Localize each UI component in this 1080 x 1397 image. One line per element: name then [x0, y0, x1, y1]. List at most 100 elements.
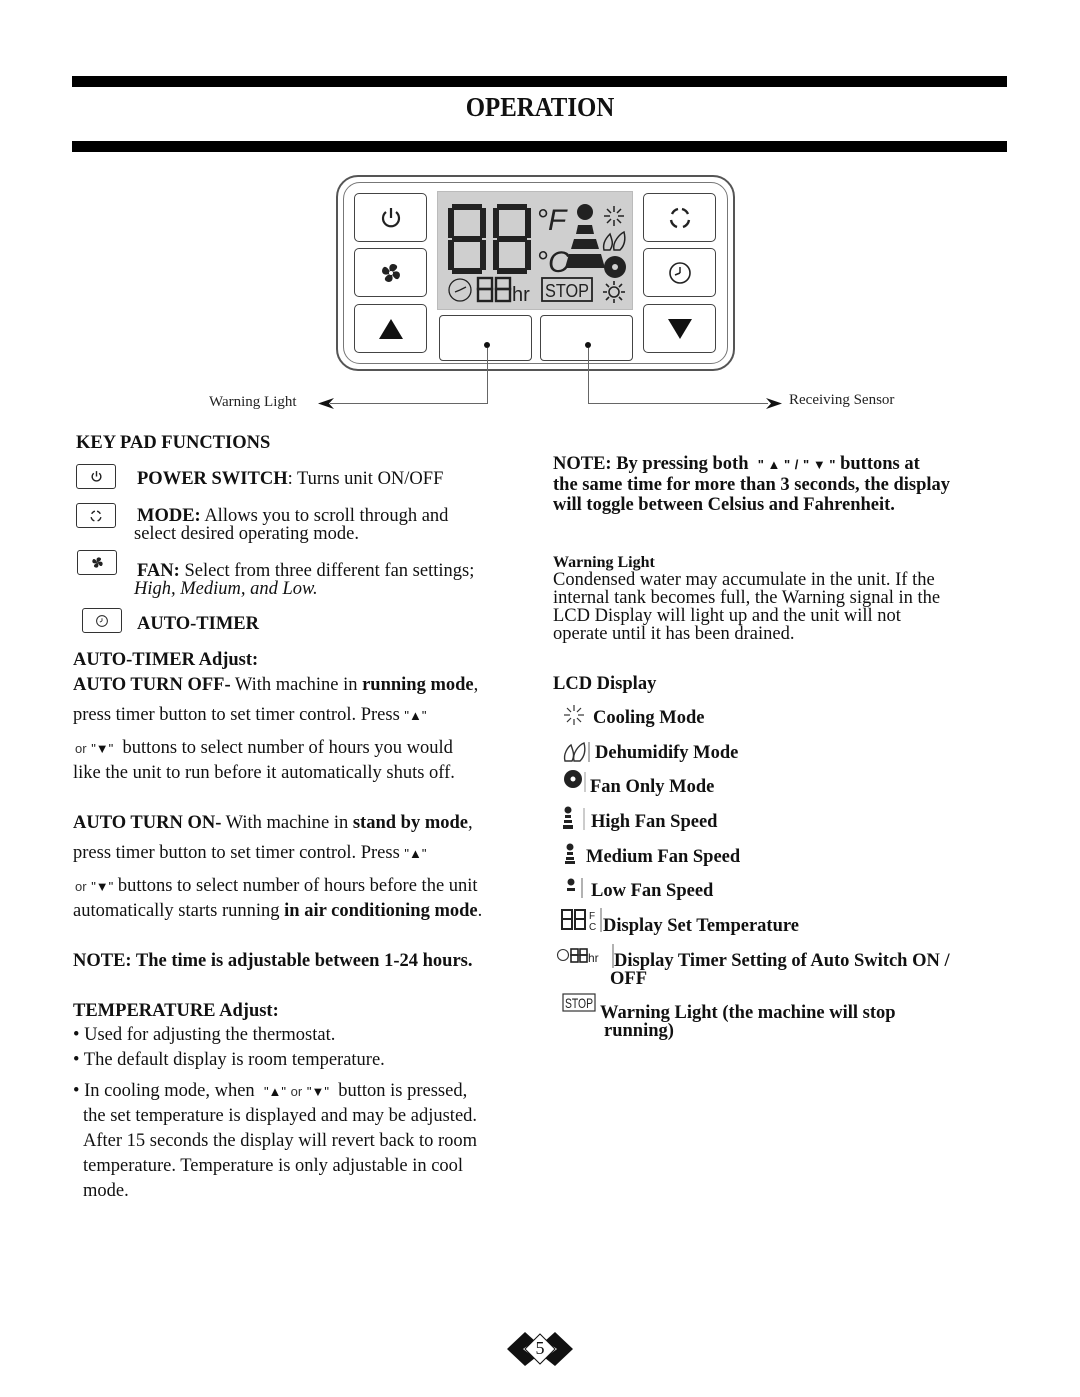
- lcd-item-fan-only: Fan Only Mode: [590, 777, 715, 797]
- lcd-item-cooling: Cooling Mode: [593, 708, 705, 728]
- temp-digits: [448, 204, 531, 274]
- sun-icon: [603, 281, 625, 303]
- power-switch-desc: POWER SWITCH: Turns unit ON/OFF: [137, 469, 444, 489]
- mode-key[interactable]: [643, 193, 716, 242]
- mode-cycle-icon: [669, 207, 690, 228]
- power-key-small: [76, 464, 116, 489]
- droplets-icon: [602, 230, 626, 251]
- stop-icon: STOP: [562, 993, 596, 1012]
- unit-c: °C: [536, 246, 570, 279]
- lcd-item-medium-fan: Medium Fan Speed: [586, 847, 741, 867]
- warning-light-line2: internal tank becomes full, the Warning …: [553, 588, 941, 608]
- svg-text:hr: hr: [588, 951, 599, 965]
- snowflake-icon: [604, 206, 624, 226]
- svg-text:STOP: STOP: [565, 995, 593, 1011]
- snowflake-icon: [564, 705, 584, 725]
- lcd-item-stop-2: running): [604, 1021, 674, 1041]
- fan-icon: [91, 557, 103, 568]
- lcd-item-high-fan: High Fan Speed: [591, 812, 718, 832]
- fan-key-small: [77, 550, 117, 575]
- high-fan-icon: [563, 806, 585, 830]
- warning-light-line1: Condensed water may accumulate in the un…: [553, 570, 935, 590]
- clock-icon: [96, 614, 108, 627]
- auto-turn-off-line4: like the unit to run before it automatic…: [73, 763, 455, 783]
- lcd-item-timer: Display Timer Setting of Auto Switch ON …: [614, 951, 950, 971]
- temperature-bullet-2: • The default display is room temperatur…: [73, 1050, 385, 1070]
- timer-key-small: [82, 608, 122, 633]
- fan-speed-indicator: [565, 204, 605, 268]
- auto-turn-on-line4: automatically starts running in air cond…: [73, 901, 483, 921]
- power-key[interactable]: [354, 193, 427, 242]
- lcd-item-timer-2: OFF: [610, 969, 647, 989]
- power-icon: [91, 471, 101, 482]
- temperature-bullet-3-line2: the set temperature is displayed and may…: [83, 1106, 478, 1126]
- timer-clock-icon: [448, 278, 472, 302]
- warning-light-line4: operate until it has been drained.: [553, 624, 795, 644]
- up-key[interactable]: [354, 304, 427, 353]
- fan-only-icon: [564, 770, 586, 792]
- fan-desc-2: High, Medium, and Low.: [134, 579, 318, 599]
- auto-turn-on-line3: or "▼" buttons to select number of hours…: [75, 876, 478, 896]
- celsius-note-line1: NOTE: By pressing both " ▲ " / " ▼ " but…: [553, 454, 920, 474]
- auto-timer-heading: AUTO-TIMER Adjust:: [73, 650, 259, 670]
- mode-cycle-icon: [90, 509, 102, 522]
- receiving-sensor-window: [540, 315, 633, 361]
- timer-digits: [476, 276, 512, 303]
- page-number-badge: 5: [505, 1330, 575, 1368]
- mode-desc: MODE: Allows you to scroll through and: [137, 506, 449, 526]
- timer-unit: hr: [512, 284, 530, 306]
- svg-text:F: F: [589, 911, 595, 922]
- keypad-heading: KEY PAD FUNCTIONS: [76, 433, 271, 453]
- top-rule: [72, 76, 1007, 87]
- celsius-note-line2: the same time for more than 3 seconds, t…: [553, 475, 951, 495]
- timer-note: NOTE: The time is adjustable between 1-2…: [73, 951, 473, 971]
- lcd-item-stop: Warning Light (the machine will stop: [600, 1003, 896, 1023]
- auto-turn-off-line2: press timer button to set timer control.…: [73, 705, 427, 725]
- svg-text:STOP: STOP: [545, 281, 589, 301]
- warning-light-window: [439, 315, 532, 361]
- lcd-item-low-fan: Low Fan Speed: [591, 881, 714, 901]
- warning-light-line3: LCD Display will light up and the unit w…: [553, 606, 901, 626]
- timer-key[interactable]: [643, 248, 716, 297]
- down-arrow-icon: [667, 318, 692, 339]
- temperature-bullet-3-line3: After 15 seconds the display will revert…: [83, 1131, 478, 1151]
- timer-display-icon: hr: [556, 944, 614, 968]
- receiving-sensor-callout: Receiving Sensor: [789, 392, 895, 408]
- auto-timer-label: AUTO-TIMER: [137, 614, 259, 634]
- unit-f: °F: [536, 204, 568, 237]
- celsius-note-line3: will toggle between Celsius and Fahrenhe…: [553, 495, 895, 515]
- fan-only-icon: [604, 256, 626, 278]
- lcd-item-set-temp: Display Set Temperature: [603, 916, 799, 936]
- temperature-bullet-1: • Used for adjusting the thermostat.: [73, 1025, 336, 1045]
- set-temp-icon: FC: [561, 908, 602, 933]
- page-title: OPERATION: [465, 92, 615, 122]
- down-key[interactable]: [643, 304, 716, 353]
- clock-icon: [668, 261, 691, 284]
- warning-light-callout: Warning Light: [209, 394, 297, 410]
- arrow-right-icon: [766, 398, 782, 409]
- lcd-display-heading: LCD Display: [553, 674, 657, 694]
- mode-desc-2: select desired operating mode.: [134, 524, 359, 544]
- lcd-item-dehumidify: Dehumidify Mode: [595, 743, 739, 763]
- up-arrow-icon: [378, 318, 403, 339]
- page-number: 5: [535, 1338, 545, 1358]
- temperature-bullet-3: • In cooling mode, when "▲" or "▼" butto…: [73, 1081, 468, 1101]
- medium-fan-icon: [565, 843, 575, 864]
- svg-text:C: C: [589, 922, 596, 933]
- low-fan-icon: [567, 878, 583, 898]
- fan-desc: FAN: Select from three different fan set…: [137, 561, 475, 581]
- auto-turn-off-line1: AUTO TURN OFF- With machine in running m…: [73, 675, 479, 695]
- lcd-display: °F °C hr STOP: [437, 191, 633, 310]
- fan-icon: [381, 263, 400, 282]
- mode-key-small: [76, 503, 116, 528]
- temperature-bullet-3-line5: mode.: [83, 1181, 129, 1201]
- temperature-bullet-3-line4: temperature. Temperature is only adjusta…: [83, 1156, 464, 1176]
- auto-turn-on-line2: press timer button to set timer control.…: [73, 843, 427, 863]
- arrow-left-icon: [318, 398, 334, 409]
- auto-turn-off-line3: or "▼" buttons to select number of hours…: [75, 738, 453, 758]
- droplets-icon: [563, 742, 590, 762]
- auto-turn-on-line1: AUTO TURN ON- With machine in stand by m…: [73, 813, 473, 833]
- bottom-rule: [72, 141, 1007, 152]
- temperature-heading: TEMPERATURE Adjust:: [73, 1001, 279, 1021]
- fan-key[interactable]: [354, 248, 427, 297]
